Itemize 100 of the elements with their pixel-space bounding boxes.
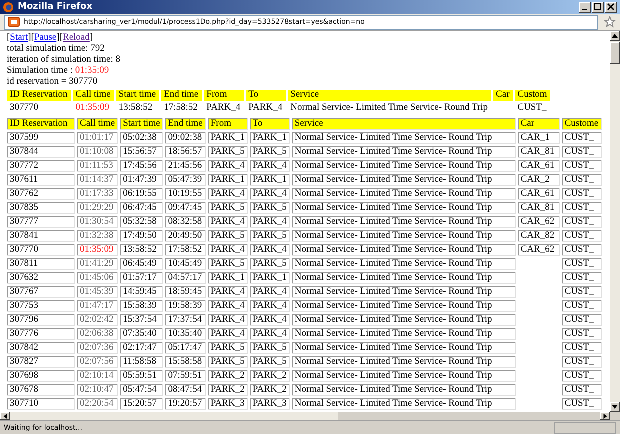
scroll-thumb[interactable] [610, 42, 620, 64]
horizontal-scrollbar[interactable] [0, 412, 610, 420]
scroll-down-icon[interactable] [610, 402, 620, 412]
table-cell: 14:59:45 [120, 286, 164, 298]
maximize-button[interactable] [592, 2, 604, 12]
scroll-up-icon[interactable] [610, 31, 620, 41]
table-cell: CUST_ [562, 174, 602, 186]
maximize-icon [594, 3, 602, 11]
table-cell: 15:58:58 [165, 356, 206, 368]
close-button[interactable] [605, 2, 617, 12]
column-header: Car [493, 90, 513, 101]
table-cell: 307842 [7, 342, 75, 354]
table-cell: 01:45:06 [77, 272, 118, 284]
table-cell: PARK_4 [250, 314, 290, 326]
info-text: id reservation = 307770 [7, 77, 98, 87]
table-cell: 05:32:58 [120, 216, 164, 228]
table-cell: 19:20:57 [165, 398, 206, 410]
scroll-right-icon[interactable] [600, 412, 610, 420]
table-cell: CUST_ [562, 216, 602, 228]
table-cell: CAR_61 [518, 160, 560, 172]
table-cell: CUST_ [562, 328, 602, 340]
scroll-left-icon[interactable] [0, 412, 10, 420]
table-cell: PARK_5 [250, 202, 290, 214]
table-cell: PARK_4 [208, 244, 248, 256]
table-cell: 307811 [7, 258, 75, 270]
bracket-text: ] [28, 33, 32, 43]
column-header: Custome [562, 118, 602, 130]
table-cell: Normal Service- Limited Time Service- Round Trip [292, 370, 516, 382]
table-cell: 02:10:14 [77, 370, 118, 382]
table-cell: CUST_ [562, 356, 602, 368]
column-header: Service [288, 90, 492, 101]
table-cell: 01:35:09 [77, 244, 118, 256]
table-cell: 307599 [7, 132, 75, 144]
table-cell: 307796 [7, 314, 75, 326]
minimize-button[interactable] [579, 2, 591, 12]
column-header: ID Reservation [7, 118, 75, 130]
page-link[interactable]: Start [10, 33, 28, 43]
table-cell: PARK_4 [208, 314, 248, 326]
table-cell: 01:47:39 [120, 174, 164, 186]
table-cell: 01:10:08 [77, 146, 118, 158]
table-cell: 15:20:57 [120, 398, 164, 410]
table-cell: 13:58:52 [120, 244, 164, 256]
table-cell: PARK_2 [208, 384, 248, 396]
table-cell-text: Normal Service- Limited Time Service- Round Trip [290, 103, 490, 114]
table-cell: Normal Service- Limited Time Service- Round Trip [292, 342, 516, 354]
table-cell: CUST_ [562, 230, 602, 242]
table-cell: 10:45:49 [165, 258, 206, 270]
table-cell: CAR_82 [518, 230, 560, 242]
vertical-scrollbar[interactable] [610, 31, 620, 412]
table-cell: Normal Service- Limited Time Service- Round Trip [292, 300, 516, 312]
table-cell: 307844 [7, 146, 75, 158]
table-cell-text: PARK_4 [206, 103, 242, 114]
table-cell: 02:10:47 [77, 384, 118, 396]
page-link[interactable]: Reload [62, 33, 90, 43]
column-header: To [250, 118, 290, 130]
table-cell: PARK_4 [250, 300, 290, 312]
table-cell: Normal Service- Limited Time Service- Round Trip [292, 188, 516, 200]
table-cell: PARK_4 [208, 216, 248, 228]
table-cell: PARK_4 [208, 286, 248, 298]
table-cell: 307841 [7, 230, 75, 242]
column-header: Call time [77, 118, 118, 130]
table-cell: PARK_5 [250, 258, 290, 270]
table-cell: Normal Service- Limited Time Service- Round Trip [292, 328, 516, 340]
table-cell: Normal Service- Limited Time Service- Round Trip [292, 230, 516, 242]
close-icon [607, 3, 615, 11]
table-cell: 15:58:39 [120, 300, 164, 312]
table-cell: 05:59:51 [120, 370, 164, 382]
table-cell: 09:47:45 [165, 202, 206, 214]
table-cell: PARK_4 [208, 188, 248, 200]
table-cell: Normal Service- Limited Time Service- Round Trip [292, 314, 516, 326]
table-cell: CAR_1 [518, 132, 560, 144]
table-cell: CAR_62 [518, 216, 560, 228]
table-cell: 01:30:54 [77, 216, 118, 228]
table-cell: PARK_5 [250, 342, 290, 354]
table-cell: 307776 [7, 328, 75, 340]
table-cell: CUST_ [562, 384, 602, 396]
table-cell: CUST_ [562, 244, 602, 256]
table-cell: CUST_ [562, 370, 602, 382]
table-cell: CAR_2 [518, 174, 560, 186]
table-cell: CUST_ [562, 300, 602, 312]
table-cell: CAR_81 [518, 202, 560, 214]
table-cell: 09:02:38 [165, 132, 206, 144]
table-cell: 01:47:17 [77, 300, 118, 312]
table-cell: PARK_2 [250, 384, 290, 396]
table-cell-text: 17:58:52 [163, 103, 199, 114]
table-cell: PARK_4 [208, 300, 248, 312]
table-cell: CAR_62 [518, 244, 560, 256]
table-cell: 02:02:42 [77, 314, 118, 326]
table-cell: PARK_4 [250, 216, 290, 228]
table-cell: PARK_5 [250, 230, 290, 242]
table-cell: 307777 [7, 216, 75, 228]
page-link[interactable]: Pause [34, 33, 57, 43]
column-header: To [246, 90, 286, 101]
table-cell: PARK_3 [250, 398, 290, 410]
star-icon[interactable] [604, 16, 616, 28]
table-cell: 19:58:39 [165, 300, 206, 312]
table-cell: 02:07:36 [77, 342, 118, 354]
table-cell: CUST_ [562, 146, 602, 158]
table-cell: PARK_2 [250, 370, 290, 382]
table-cell: 307753 [7, 300, 75, 312]
